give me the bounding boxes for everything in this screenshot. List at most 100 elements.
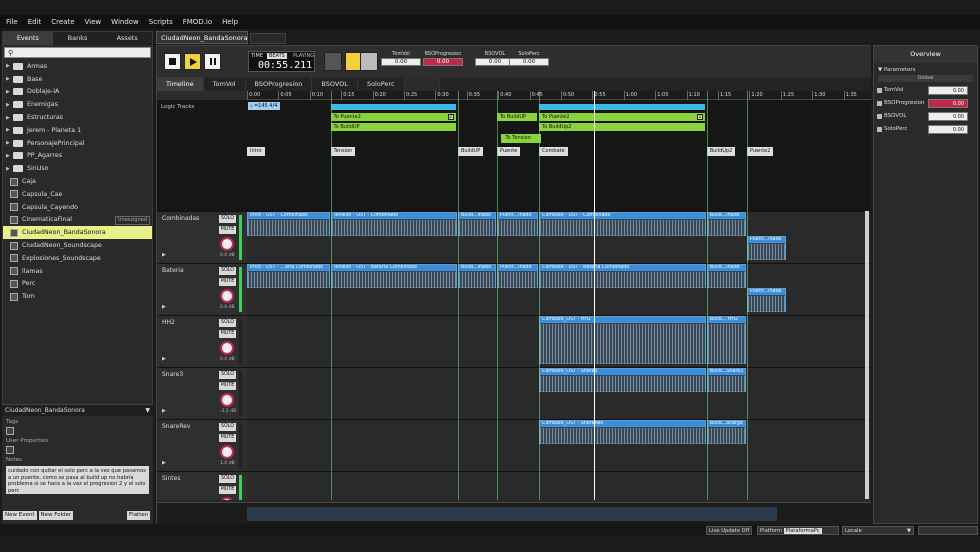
event-item[interactable]: Tom [3,290,152,303]
search-input[interactable]: ⚲ [4,47,151,58]
transition-to-buildup[interactable]: To BuildUP [330,123,456,131]
folder-item[interactable]: ▶ Base [3,73,152,86]
audio-clip[interactable]: Tension - OST - Bateria Combinado [330,264,457,288]
audio-clip[interactable]: Intro - OST - Combinado [247,212,330,236]
locale-field[interactable] [918,526,978,535]
menu-help[interactable]: Help [222,18,238,26]
tempo-marker[interactable]: ♩ =145 4/4 [248,102,280,110]
audio-clip[interactable]: Puent...inado [746,288,787,312]
param-value[interactable]: 0.00 [928,125,968,134]
track-lane[interactable]: Combate_OST - HH2 Build... HH2 [247,316,867,367]
audio-clip[interactable]: Build...inado [706,212,746,236]
loop-icon[interactable] [324,52,342,71]
track-lane[interactable]: Combate_OST - Snare3 Build...Snare3 [247,368,867,419]
mute-button[interactable]: MUTE [219,278,236,286]
audio-clip[interactable]: Combate_OST - Snare3 [539,368,706,392]
transition-to-tension[interactable]: To Tension [501,134,542,143]
param-value[interactable]: 0.00 [423,58,463,66]
expand-arrow-icon[interactable]: ▶ [6,127,13,133]
mute-button[interactable]: MUTE [219,486,236,494]
locale-selector[interactable]: Locale ▼ [842,526,914,535]
audio-clip[interactable]: Puent...inado [496,264,538,288]
flatten-button[interactable]: Flatten [127,511,151,520]
volume-knob[interactable] [220,341,234,355]
destination-marker[interactable]: BuildUP [458,147,484,156]
expand-arrow-icon[interactable]: ▶ [6,140,13,146]
grid-view-icon[interactable] [360,52,378,71]
expand-arrow-icon[interactable]: ▶ [6,63,13,69]
audio-clip[interactable]: Intro - OST - ...aria Combinado [247,264,330,288]
expand-arrow-icon[interactable]: ▶ [6,153,13,159]
overview-param-bsoprogresion[interactable]: BSOProgresion 0.00 [874,97,977,110]
transition-to-puente2[interactable]: To Puente2 2 [330,113,456,121]
expand-arrow-icon[interactable]: ▶ [6,89,13,95]
event-item[interactable]: Capsula_Cayendo [3,201,152,214]
time-ruler[interactable]: 0:00 0:05 0:10 0:15 0:20 0:25 0:30 0:35 0:40 0:45… [247,91,871,100]
mute-button[interactable]: MUTE [219,330,236,338]
audio-clip[interactable]: Puent...inado [746,236,787,260]
track-lane[interactable]: Intro - OST - Combinado Tension - OST - C… [247,212,867,263]
solo-button[interactable]: SOLO [219,319,236,327]
audio-clip[interactable]: Build...acarga [706,420,746,444]
param-value[interactable]: 0.00 [928,99,968,108]
folder-item[interactable]: ▶ Enemigas [3,98,152,111]
track-expand-icon[interactable]: ▶ [162,252,166,258]
destination-marker[interactable]: Puente2 [746,147,774,156]
param-value[interactable]: 0.00 [381,58,421,66]
tab-events[interactable]: Events [3,32,53,45]
audio-clip[interactable]: Build...inado [458,264,496,288]
track-expand-icon[interactable]: ▶ [162,460,166,466]
track-expand-icon[interactable]: ▶ [162,408,166,414]
beats-toggle[interactable]: BEATS [267,53,287,59]
solo-button[interactable]: SOLO [219,267,236,275]
folder-item[interactable]: ▶ Armas [3,60,152,73]
folder-item[interactable]: ▶ Doblaje-IA [3,86,152,99]
solo-button[interactable]: SOLO [219,423,236,431]
logic-region-a[interactable] [330,104,456,110]
playhead[interactable] [593,91,595,500]
event-item[interactable]: Perc [3,278,152,291]
mute-button[interactable]: MUTE [219,382,236,390]
audio-clip[interactable]: Puent...inado [496,212,538,236]
overview-param-bsovol[interactable]: BSOVOL 0.00 [874,110,977,123]
destination-marker[interactable]: Puente [496,147,521,156]
logic-region-b[interactable] [539,104,706,110]
audio-clip[interactable]: Build...inado [458,212,496,236]
folder-item[interactable]: ▶ SinUso [3,162,152,175]
live-update-button[interactable]: Live Update Off [706,526,753,535]
tab-assets[interactable]: Assets [102,32,152,45]
pause-button[interactable] [204,53,221,70]
track-lane[interactable] [247,472,867,500]
stop-button[interactable] [164,53,181,70]
menu-view[interactable]: View [85,18,102,26]
notes-field[interactable]: cuidado con quitar el solo perc a la vez… [6,466,149,494]
audio-clip[interactable]: Build...Snare3 [706,368,746,392]
overview-param-soloperc[interactable]: SoloPerc 0.00 [874,123,977,136]
new-event-button[interactable]: New Event [3,511,37,520]
time-display[interactable]: TIME BEATS PLAYING 00:55.211 [248,51,315,72]
param-value[interactable]: 0.00 [928,112,968,121]
track-lane[interactable]: Combate_OST - SnareRev Build...acarga [247,420,867,471]
track-expand-icon[interactable]: ▶ [162,356,166,362]
tags-icon[interactable] [6,427,14,435]
transition-to-buildup2[interactable]: To BuildUp2 [539,123,706,131]
mute-button[interactable]: MUTE [219,434,236,442]
destination-marker[interactable]: BuildUp2 [706,147,736,156]
event-item[interactable]: Capsula_Cae [3,188,152,201]
param-soloperc[interactable]: SoloPerc 0.00 [509,51,549,71]
play-button[interactable] [184,53,201,70]
expand-arrow-icon[interactable]: ▶ [6,76,13,82]
param-bsoprogresion[interactable]: BSOProgresion 0.00 [423,51,463,71]
tab-bsoprogresion[interactable]: BSOProgresion [246,77,313,91]
platform-selector[interactable]: Platform PlataformaPc [757,526,839,535]
audio-clip[interactable]: Combate - OST - Combinado [539,212,706,236]
destination-marker[interactable]: Intro [247,147,265,156]
audio-clip[interactable]: Combate - OST - Bateria Combinado [539,264,706,288]
event-item[interactable]: CinematicaFinal Unassigned [3,214,152,227]
tab-bsovol[interactable]: BSOVOL [312,77,358,91]
overview-param-tomvol[interactable]: TomVol 0.00 [874,84,977,97]
track-lane[interactable]: Intro - OST - ...aria Combinado Tension -… [247,264,867,315]
param-value[interactable]: 0.00 [509,58,549,66]
expand-arrow-icon[interactable]: ▶ [6,102,13,108]
volume-knob[interactable] [220,237,234,251]
